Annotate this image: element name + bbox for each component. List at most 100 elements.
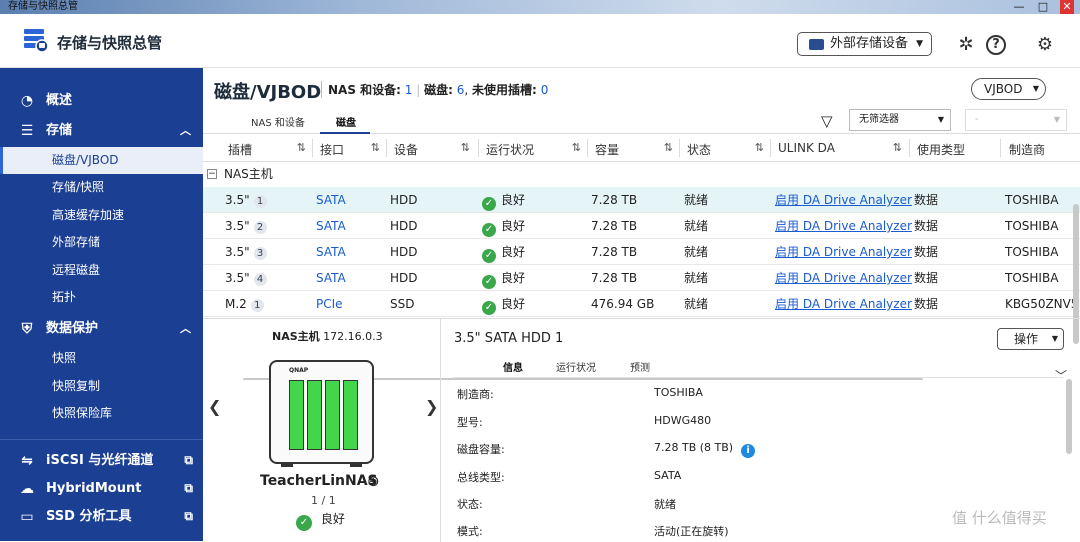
table-header: 插槽 ⇅ 接口 ⇅ 设备 ⇅ 运行状况 ⇅ 容量 ⇅ 状态 ⇅ ULINK DA ⇅ 使用类型…: [203, 134, 1080, 162]
disk-bay-2[interactable]: [307, 380, 322, 450]
capacity-value: 7.28 TB: [591, 245, 638, 259]
help-icon[interactable]: ?: [986, 35, 1006, 55]
capacity-value: 476.94 GB: [591, 297, 655, 311]
table-row[interactable]: 3.5" 3 SATA HDD ✓ 良好 7.28 TB 就绪 启用 DA Driv…: [203, 239, 1080, 265]
chevron-left-icon[interactable]: ❮: [208, 397, 221, 416]
usage-value: 数据: [914, 219, 939, 233]
collapse-icon[interactable]: −: [207, 169, 217, 179]
col-header-capacity[interactable]: 容量 ⇅: [595, 141, 673, 158]
table-row[interactable]: 3.5" 2 SATA HDD ✓ 良好 7.28 TB 就绪 启用 DA Driv…: [203, 213, 1080, 239]
col-header-health[interactable]: 运行状况 ⇅: [486, 141, 581, 158]
maker-value: TOSHIBA: [1005, 193, 1059, 207]
filter-select-secondary[interactable]: - ▼: [965, 109, 1067, 131]
slot-label: 3.5": [225, 219, 250, 233]
subtab-health[interactable]: 运行状况: [556, 359, 596, 374]
enable-da-link[interactable]: 启用 DA Drive Analyzer: [775, 291, 912, 317]
sidebar-item-label: SSD 分析工具: [46, 509, 132, 524]
col-header-device[interactable]: 设备 ⇅: [394, 141, 470, 158]
slot-label: 3.5": [225, 193, 250, 207]
caret-down-icon: ▼: [937, 115, 944, 124]
field-value: 7.28 TB (8 TB) i: [654, 441, 756, 458]
slot-label: M.2: [225, 297, 247, 311]
usage-value: 数据: [914, 193, 939, 207]
subtab-prediction[interactable]: 预测: [630, 359, 650, 374]
sidebar-item-snapshot[interactable]: 快照: [0, 345, 203, 372]
info-icon[interactable]: i: [741, 444, 756, 458]
sidebar-item-label: 存储: [46, 123, 73, 138]
sidebar-item-cache[interactable]: 高速缓存加速: [0, 202, 203, 229]
chevron-right-icon[interactable]: ❯: [425, 397, 438, 416]
vjbod-button[interactable]: VJBOD ▼: [971, 78, 1046, 100]
detail-scrollbar[interactable]: [1066, 379, 1072, 454]
col-header-interface[interactable]: 接口 ⇅: [320, 141, 380, 158]
tab-disks[interactable]: 磁盘: [336, 114, 356, 129]
maker-value: TOSHIBA: [1005, 219, 1059, 233]
field-value: SATA: [654, 469, 682, 482]
sidebar-item-iscsi[interactable]: ⇋ iSCSI 与光纤通道 ⧉: [0, 447, 203, 474]
app-title: 存储与快照总管: [57, 34, 163, 52]
field-value: 活动(正在旋转): [654, 525, 729, 538]
sidebar-item-label: HybridMount: [46, 481, 142, 496]
unused-slots-label: 未使用插槽:: [472, 83, 537, 97]
window-controls: — □ ✕: [1012, 0, 1074, 14]
sidebar-item-label: 数据保护: [46, 321, 99, 336]
sidebar-divider: [0, 439, 203, 440]
nas-status: ✓ 良好: [296, 510, 345, 531]
device-value: SSD: [390, 297, 415, 311]
enable-da-link[interactable]: 启用 DA Drive Analyzer: [775, 265, 912, 291]
group-row-nas-host[interactable]: − NAS主机: [203, 162, 1080, 187]
sidebar-item-topology[interactable]: 拓扑: [0, 284, 203, 311]
enable-da-link[interactable]: 启用 DA Drive Analyzer: [775, 239, 912, 265]
sidebar-item-storage-snapshots[interactable]: 存储/快照: [0, 174, 203, 201]
minimize-button[interactable]: —: [1012, 0, 1026, 14]
col-header-status[interactable]: 状态 ⇅: [687, 141, 764, 158]
sidebar-item-overview[interactable]: ◔ 概述: [0, 87, 203, 114]
sidebar-item-snapshot-replica[interactable]: 快照复制: [0, 373, 203, 400]
sidebar-item-snapshot-vault[interactable]: 快照保险库: [0, 400, 203, 427]
tab-nas-devices[interactable]: NAS 和设备: [251, 114, 305, 129]
device-value: HDD: [390, 219, 418, 233]
disk-count: 6: [456, 83, 465, 97]
sidebar-item-ssd-tool[interactable]: ▭ SSD 分析工具 ⧉: [0, 503, 203, 530]
status-value: 就绪: [684, 219, 709, 233]
caret-down-icon: ▼: [1053, 115, 1060, 124]
chevron-up-icon: ︿: [180, 322, 191, 335]
sidebar-item-storage[interactable]: ☰ 存储 ︿: [0, 117, 203, 144]
field-label: 制造商:: [457, 388, 494, 401]
sidebar-item-external-storage[interactable]: 外部存储: [0, 229, 203, 256]
sidebar-item-data-protection[interactable]: ⛨ 数据保护 ︿: [0, 315, 203, 342]
capacity-value: 7.28 TB: [591, 271, 638, 285]
gear-icon[interactable]: ⚙: [1035, 35, 1055, 55]
nas-host-label: NAS主机 172.16.0.3: [272, 330, 383, 343]
table-row[interactable]: 3.5" 4 SATA HDD ✓ 良好 7.28 TB 就绪 启用 DA Driv…: [203, 265, 1080, 291]
filter-icon[interactable]: ▽: [821, 112, 833, 130]
maximize-button[interactable]: □: [1036, 0, 1050, 14]
table-row[interactable]: 3.5" 1 SATA HDD ✓ 良好 7.28 TB 就绪 启用 DA Driv…: [203, 187, 1080, 213]
action-button[interactable]: 操作 ▼: [997, 328, 1064, 350]
col-header-usage[interactable]: 使用类型: [917, 141, 965, 158]
external-link-icon: ⧉: [184, 509, 193, 523]
col-header-maker[interactable]: 制造商: [1009, 141, 1045, 158]
zoom-in-icon[interactable]: ⊕: [367, 472, 380, 490]
col-header-slot[interactable]: 插槽 ⇅: [228, 141, 306, 158]
table-row[interactable]: M.2 1 PCIe SSD ✓ 良好 476.94 GB 就绪 启用 DA Dri…: [203, 291, 1080, 317]
close-button[interactable]: ✕: [1060, 0, 1074, 14]
col-header-ulink[interactable]: ULINK DA ⇅: [778, 141, 902, 155]
disk-bay-1[interactable]: [289, 380, 304, 450]
disk-bay-3[interactable]: [325, 380, 340, 450]
health-value: 良好: [501, 297, 526, 311]
enable-da-link[interactable]: 启用 DA Drive Analyzer: [775, 213, 912, 239]
nas-ip: 172.16.0.3: [323, 330, 383, 343]
capacity-value: 7.28 TB: [591, 219, 638, 233]
sidebar-item-remote-disk[interactable]: 远程磁盘: [0, 257, 203, 284]
device-value: HDD: [390, 193, 418, 207]
ssd-icon: ▭: [20, 509, 34, 525]
disk-bay-4[interactable]: [343, 380, 358, 450]
sidebar-item-disks-vjbod[interactable]: 磁盘/VJBOD: [0, 147, 203, 174]
tools-icon[interactable]: ✲: [956, 35, 976, 55]
sidebar-item-hybridmount[interactable]: ☁ HybridMount ⧉: [0, 475, 203, 502]
subtab-info[interactable]: 信息: [503, 359, 523, 374]
enable-da-link[interactable]: 启用 DA Drive Analyzer: [775, 187, 912, 213]
filter-select[interactable]: 无筛选器 ▼: [849, 109, 951, 131]
external-storage-button[interactable]: 外部存储设备 ▼: [797, 32, 932, 56]
